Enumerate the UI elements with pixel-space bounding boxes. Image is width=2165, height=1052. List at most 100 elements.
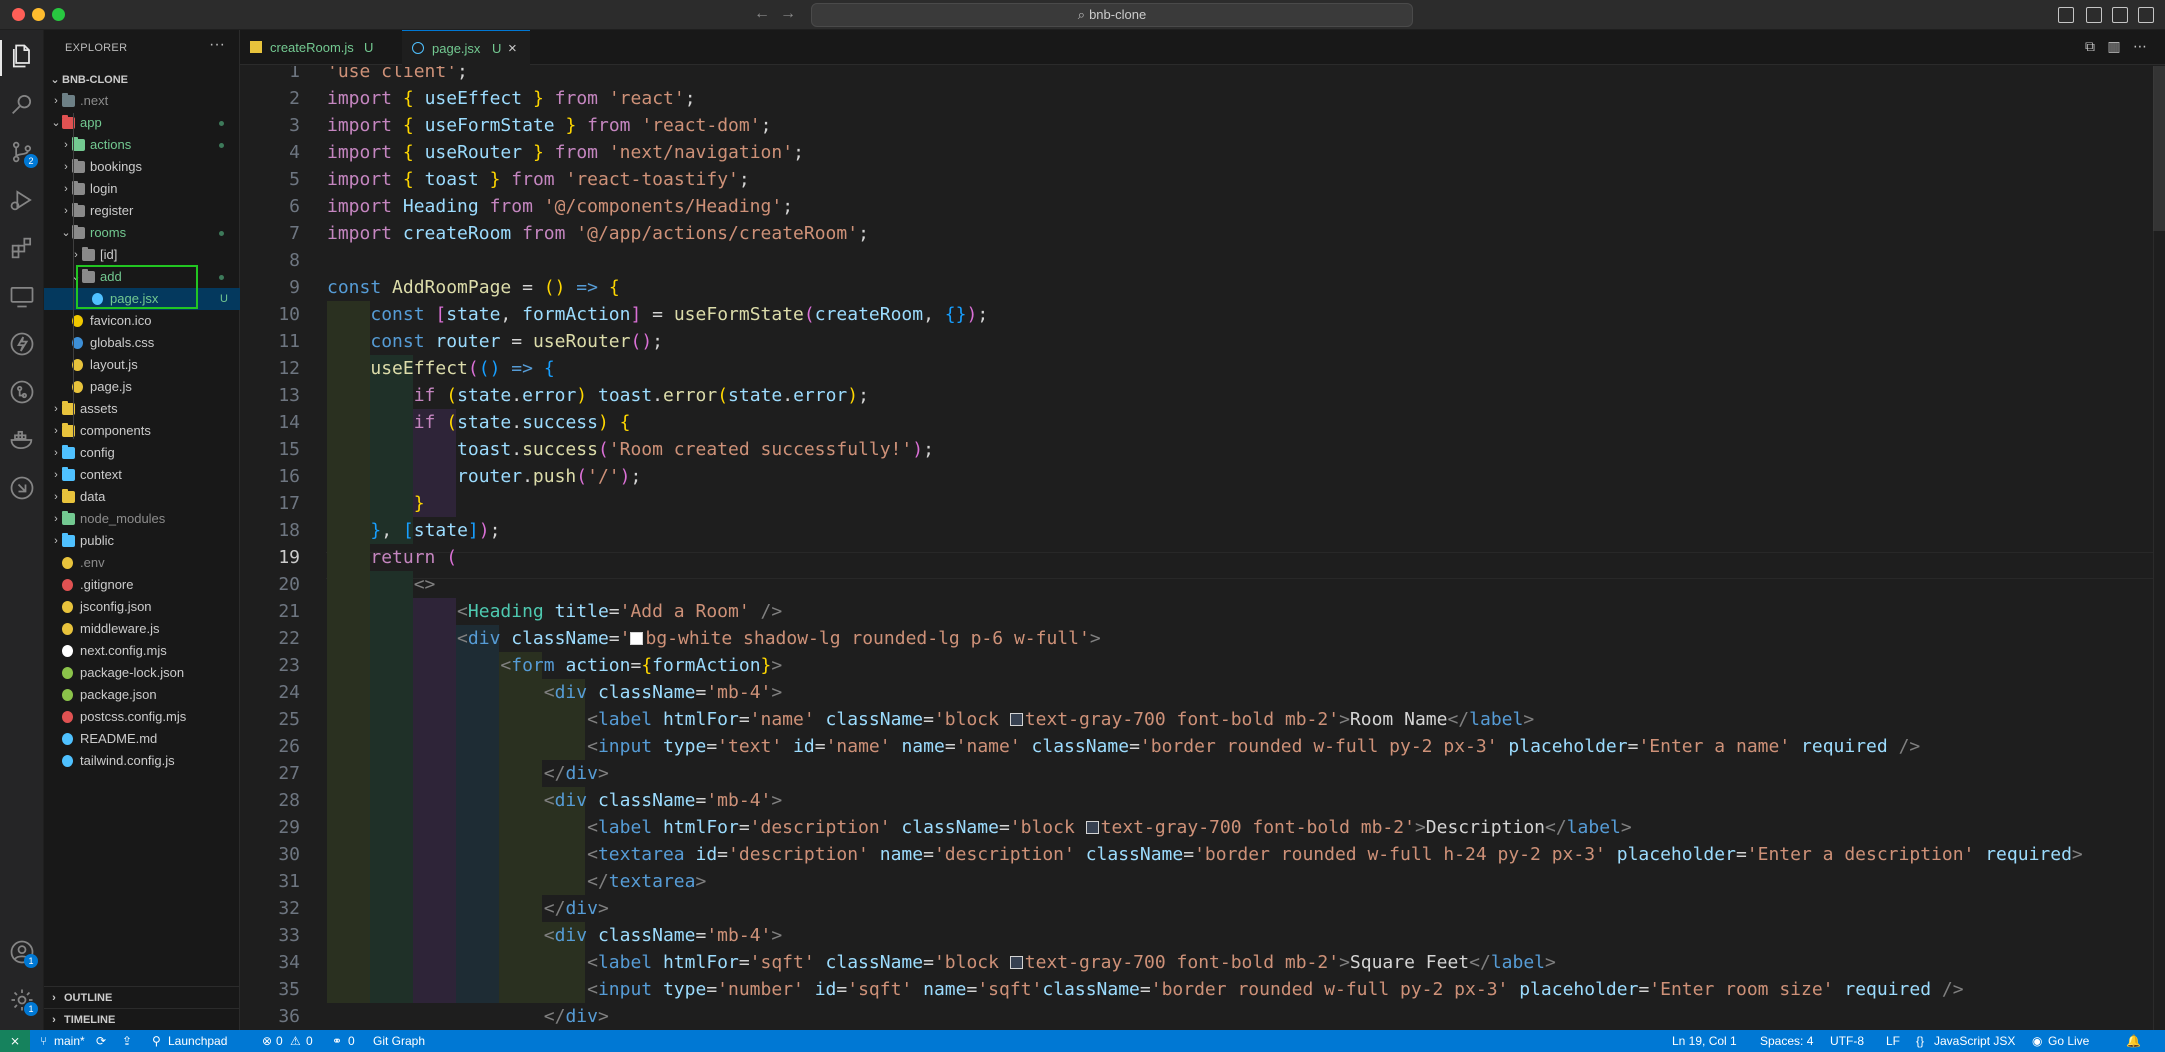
live-share-icon[interactable] [8, 474, 36, 502]
tree-item-label: register [90, 203, 134, 218]
file-icon [62, 667, 73, 679]
line-number: 35 [278, 979, 300, 1000]
close-tab-icon[interactable]: × [508, 31, 517, 66]
toggle-secondary-sidebar-icon[interactable] [2112, 7, 2128, 23]
tree-folder-item[interactable]: › node_modules [44, 508, 240, 530]
tree-folder-item[interactable]: › data [44, 486, 240, 508]
tree-file-item[interactable]: package.json [44, 684, 240, 706]
language-mode[interactable]: JavaScript JSX [1934, 1030, 2015, 1052]
command-center-search[interactable]: ⌕ bnb-clone [811, 3, 1413, 27]
workspace-root[interactable]: ⌄ BNB-CLONE [48, 70, 238, 90]
file-icon [62, 733, 73, 745]
tree-folder-item[interactable]: › public [44, 530, 240, 552]
lightning-icon[interactable] [8, 330, 36, 358]
tree-item-label: favicon.ico [90, 313, 152, 328]
close-window-button[interactable] [12, 8, 25, 21]
scrollbar-thumb[interactable] [2153, 66, 2165, 231]
sync-icon[interactable]: ⟳ [96, 1030, 106, 1052]
tab-createroom[interactable]: createRoom.js U [240, 30, 402, 65]
go-live-label[interactable]: Go Live [2048, 1030, 2089, 1052]
file-icon [62, 623, 73, 635]
notifications-icon[interactable]: 🔔 [2126, 1030, 2141, 1052]
tree-item-label: jsconfig.json [80, 599, 152, 614]
encoding[interactable]: UTF-8 [1830, 1030, 1864, 1052]
forward-arrow-icon[interactable]: → [778, 4, 798, 24]
open-changes-icon[interactable]: ⧉ [2082, 38, 2098, 54]
folder-icon [62, 445, 75, 459]
extensions-icon[interactable] [8, 234, 36, 262]
git-graph-label[interactable]: Git Graph [373, 1030, 425, 1052]
remote-explorer-icon[interactable] [8, 282, 36, 310]
tab-page-jsx[interactable]: page.jsx U × [402, 30, 530, 65]
accounts-icon[interactable]: 1 [8, 938, 38, 968]
js-file-icon [250, 41, 262, 53]
back-arrow-icon[interactable]: ← [752, 4, 772, 24]
tree-file-item[interactable]: package-lock.json [44, 662, 240, 684]
remote-indicator-icon[interactable]: ⨯ [0, 1030, 30, 1052]
git-lens-icon[interactable] [8, 378, 36, 406]
chevron-right-icon: › [52, 1014, 56, 1026]
tree-folder-item[interactable]: › .next [44, 90, 240, 112]
tree-folder-item[interactable]: › context [44, 464, 240, 486]
indentation[interactable]: Spaces: 4 [1760, 1030, 1813, 1052]
code-line: 'use client'; [327, 66, 468, 82]
outline-section[interactable]: › OUTLINE [44, 986, 240, 1008]
activity-bar: 2 1 1 [0, 30, 44, 1030]
line-number: 19 [278, 547, 300, 568]
publish-icon[interactable]: ⇪ [122, 1030, 132, 1052]
file-icon [62, 557, 73, 569]
editor-tabs: createRoom.js U page.jsx U × ⧉ ▥ ⋯ [240, 30, 2165, 65]
tree-file-item[interactable]: README.md [44, 728, 240, 750]
tree-file-item[interactable]: postcss.config.mjs [44, 706, 240, 728]
cursor-position[interactable]: Ln 19, Col 1 [1672, 1030, 1737, 1052]
code-line: </textarea> [587, 871, 707, 892]
code-editor[interactable]: 1 2 3 4 5 6 7 8 9 10 11 12 13 14 15 16 17 18 19 20 21 22 23 24 2… [240, 66, 2165, 1030]
run-debug-icon[interactable] [8, 186, 36, 214]
line-number: 32 [278, 898, 300, 919]
source-control-icon[interactable]: 2 [8, 138, 38, 168]
gear-icon[interactable]: 1 [8, 986, 38, 1016]
docker-icon[interactable] [8, 426, 36, 454]
error-count[interactable]: 0 [276, 1030, 283, 1052]
line-number: 31 [278, 871, 300, 892]
end-of-line[interactable]: LF [1886, 1030, 1900, 1052]
ports-count[interactable]: 0 [348, 1030, 355, 1052]
tree-item-label: layout.js [90, 357, 138, 372]
current-line-highlight [326, 552, 2156, 579]
explorer-icon[interactable] [8, 42, 36, 70]
tree-file-item[interactable]: jsconfig.json [44, 596, 240, 618]
tree-file-item[interactable]: next.config.mjs [44, 640, 240, 662]
more-actions-icon[interactable]: ··· [209, 36, 225, 54]
tree-file-item[interactable]: tailwind.config.js [44, 750, 240, 772]
file-icon [62, 601, 73, 613]
minimize-window-button[interactable] [32, 8, 45, 21]
tree-file-item[interactable]: .gitignore [44, 574, 240, 596]
launchpad-icon: ⚲ [152, 1034, 161, 1048]
git-status-dot [219, 143, 224, 148]
timeline-section[interactable]: › TIMELINE [44, 1008, 240, 1030]
toggle-panel-icon[interactable] [2086, 7, 2102, 23]
line-number: 16 [278, 466, 300, 487]
launchpad-label[interactable]: Launchpad [168, 1030, 227, 1052]
zoom-window-button[interactable] [52, 8, 65, 21]
toggle-primary-sidebar-icon[interactable] [2058, 7, 2074, 23]
git-status-dot [219, 231, 224, 236]
chevron-right-icon: › [64, 183, 68, 195]
tree-item-label: tailwind.config.js [80, 753, 175, 768]
line-number: 36 [278, 1006, 300, 1027]
warning-count[interactable]: 0 [306, 1030, 313, 1052]
code-line: return ( [370, 547, 458, 568]
split-editor-icon[interactable]: ▥ [2106, 38, 2122, 54]
line-number: 24 [278, 682, 300, 703]
tree-file-item[interactable]: .env [44, 552, 240, 574]
tree-item-label: .gitignore [80, 577, 134, 592]
tree-folder-item[interactable]: › config [44, 442, 240, 464]
code-line: router.push('/'); [457, 466, 642, 487]
more-editor-actions-icon[interactable]: ⋯ [2132, 38, 2148, 54]
branch-name[interactable]: main* [54, 1030, 85, 1052]
git-status-dot [219, 275, 224, 280]
tree-file-item[interactable]: middleware.js [44, 618, 240, 640]
customize-layout-icon[interactable] [2138, 7, 2154, 23]
search-view-icon[interactable] [8, 90, 36, 118]
editor-scrollbar[interactable] [2153, 66, 2165, 1030]
